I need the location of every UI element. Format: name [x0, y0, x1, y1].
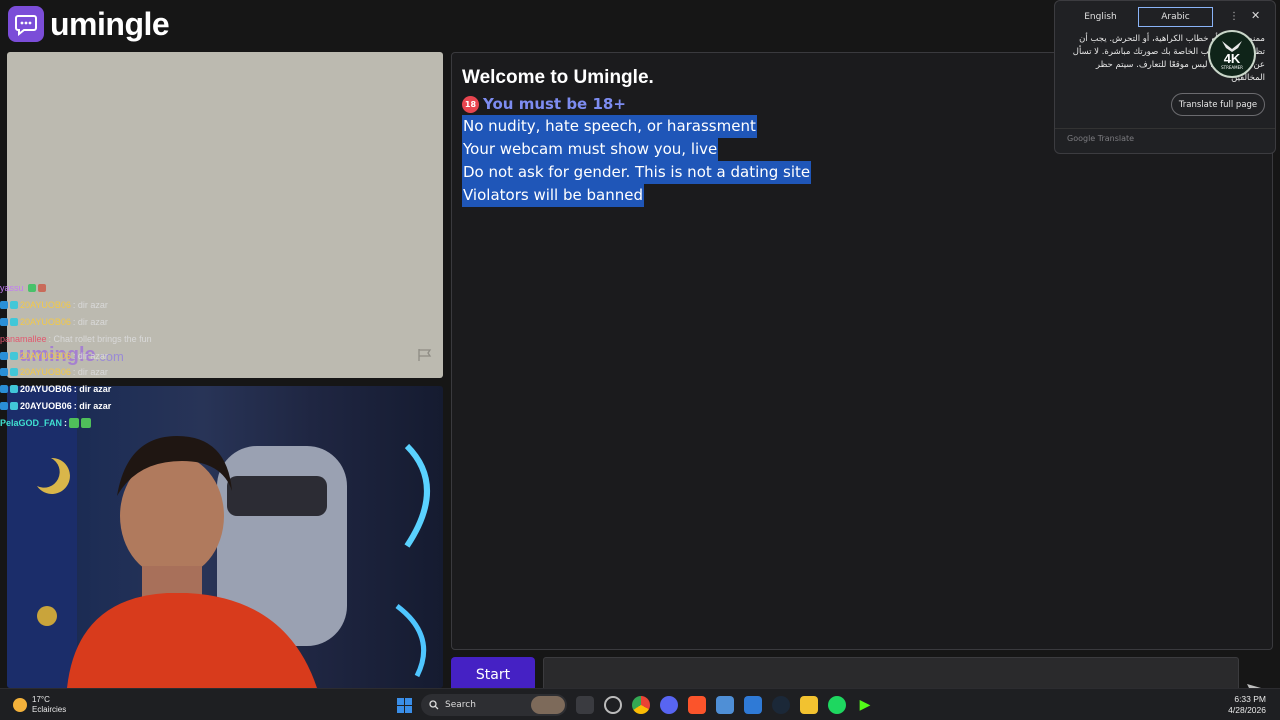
streamer-logo: 4K STREAMER [1208, 30, 1256, 78]
badge-icon [0, 301, 8, 310]
chat-message: 20AYUOB06: dir azar [0, 398, 240, 415]
taskbar-apps: ▶ [576, 696, 874, 714]
clock-time: 6:33 PM [1234, 694, 1266, 704]
weather-condition: Eclaircies [32, 705, 67, 714]
windows-taskbar: 17°C Eclaircies Search ▶ 6:33 PM 4/28/20… [0, 688, 1280, 720]
badge-icon [0, 401, 8, 410]
discord-icon[interactable] [660, 696, 678, 714]
chat-bubble-icon [8, 6, 44, 42]
translate-brand: Google Translate [1067, 134, 1135, 143]
taskbar-search[interactable]: Search [421, 694, 567, 716]
weather-widget[interactable]: 17°C Eclaircies [13, 695, 66, 715]
badge-icon [0, 317, 8, 326]
report-flag-icon[interactable] [417, 347, 433, 366]
translate-full-page-button[interactable]: Translate full page [1171, 93, 1265, 116]
translate-language-tabs: English Arabic [1063, 7, 1213, 27]
badge-icon [10, 401, 18, 410]
badge-icon [10, 368, 18, 377]
sun-cloud-icon [13, 698, 27, 712]
divider [1055, 128, 1275, 129]
monitor-app-icon[interactable] [716, 696, 734, 714]
chat-message: 20AYUOB06: dir azar [0, 364, 240, 381]
more-options-icon[interactable]: ⋮ [1229, 11, 1239, 22]
emote-icon [69, 417, 80, 428]
photos-icon[interactable] [744, 696, 762, 714]
rule-item: Your webcam must show you, live [462, 138, 719, 161]
age-restriction-icon: 18 [462, 95, 479, 113]
file-explorer-icon[interactable] [800, 696, 818, 714]
badge-icon [10, 317, 18, 326]
badge-icon [0, 368, 8, 377]
badge-icon [10, 351, 18, 360]
self-video [7, 386, 443, 688]
chat-message: 20AYUOB06: dir azar [0, 347, 240, 364]
task-view-icon[interactable] [576, 696, 594, 714]
windows-start-icon[interactable] [397, 698, 412, 713]
rule-item: No nudity, hate speech, or harassment [462, 115, 757, 138]
clock-date: 4/28/2026 [1228, 705, 1266, 715]
taskbar-clock[interactable]: 6:33 PM 4/28/2026 [1228, 694, 1266, 716]
temperature: 17°C [32, 695, 50, 704]
emote-icon [27, 284, 36, 293]
search-highlight-art [531, 696, 565, 714]
stream-chat-overlay: yassu 20AYUOB06: dir azar 20AYUOB06: dir… [0, 280, 240, 431]
chat-message: PelaGOD_FAN: [0, 414, 240, 431]
chat-message: 20AYUOB06: dir azar [0, 314, 240, 331]
app-logo[interactable]: umingle [8, 5, 170, 42]
badge-icon [0, 351, 8, 360]
badge-icon [0, 385, 8, 394]
webcam-feed-illustration [7, 386, 430, 688]
steam-icon[interactable] [772, 696, 790, 714]
kick-icon[interactable]: ▶ [856, 696, 874, 714]
chat-message: 20AYUOB06: dir azar [0, 297, 240, 314]
tab-english[interactable]: English [1063, 7, 1138, 27]
search-icon [429, 700, 439, 710]
tab-arabic[interactable]: Arabic [1138, 7, 1213, 27]
badge-icon [10, 385, 18, 394]
chat-message: panamallee: Chat rollet brings the fun [0, 333, 152, 344]
chrome-icon[interactable] [632, 696, 650, 714]
rule-item: Violators will be banned [462, 184, 644, 207]
translate-popup: English Arabic ⋮ ✕ ممنوع العري أو خطاب ا… [1054, 0, 1276, 154]
rule-item: Do not ask for gender. This is not a dat… [462, 161, 812, 184]
close-icon[interactable]: ✕ [1251, 9, 1260, 22]
spotify-icon[interactable] [828, 696, 846, 714]
obs-icon[interactable] [604, 696, 622, 714]
chat-message: yassu [0, 280, 240, 297]
chat-message: 20AYUOB06: dir azar [0, 381, 240, 398]
app-name: umingle [50, 5, 170, 42]
badge-icon [10, 301, 18, 310]
brave-icon[interactable] [688, 696, 706, 714]
emote-icon [37, 284, 46, 293]
emote-icon [81, 417, 92, 428]
